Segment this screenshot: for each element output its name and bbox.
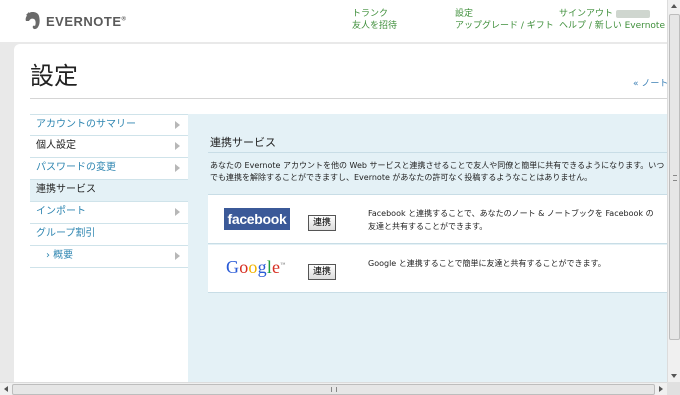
- horizontal-scrollbar[interactable]: [0, 382, 667, 395]
- chevron-right-icon: [175, 252, 180, 260]
- scroll-down-arrow-icon[interactable]: [671, 374, 677, 378]
- service-description: Facebook と連携することで、あなたのノート & ノートブックを Face…: [368, 209, 654, 231]
- nav-link-help[interactable]: ヘルプ / 新しい Evernote を試: [559, 20, 667, 32]
- section-title: 連携サービス: [210, 136, 276, 149]
- vertical-scrollbar[interactable]: [667, 0, 680, 382]
- service-description: Google と連携することで簡単に友達と共有することができます。: [368, 259, 606, 268]
- nav-link-upgrade[interactable]: アップグレード / ギフト: [455, 20, 554, 32]
- page-title: 設定: [30, 62, 78, 90]
- sidebar-item-label: グループ割引: [36, 228, 96, 239]
- section-description: あなたの Evernote アカウントを他の Web サービスと連携させることで…: [210, 161, 665, 182]
- back-to-notes-link[interactable]: « ノートに戻る: [633, 76, 667, 89]
- nav-group-2: 設定 アップグレード / ギフト: [455, 8, 554, 32]
- chevron-right-icon: [175, 121, 180, 129]
- service-row-facebook: facebook 連携 Facebook と連携することで、あなたのノート & …: [208, 194, 667, 244]
- scroll-left-arrow-icon[interactable]: [4, 386, 8, 392]
- grip-icon: [673, 175, 677, 181]
- service-row-google: Google™ 連携 Google と連携することで簡単に友達と共有することがで…: [208, 245, 667, 293]
- google-logo: Google™: [226, 257, 286, 277]
- chevron-right-icon: [175, 208, 180, 216]
- sidebar-item-label: インポート: [36, 206, 86, 217]
- elephant-icon: [25, 12, 40, 30]
- section-divider: [208, 152, 667, 153]
- scroll-right-arrow-icon[interactable]: [659, 386, 663, 392]
- sidebar-item-label: 個人設定: [36, 140, 76, 151]
- chevron-right-icon: [175, 164, 180, 172]
- chevron-right-icon: [175, 142, 180, 150]
- sidebar-item-overview[interactable]: › 概要: [30, 246, 188, 268]
- sidebar-item-label: 連携サービス: [36, 184, 96, 195]
- facebook-logo: facebook: [224, 208, 290, 230]
- sidebar-item-change-password[interactable]: パスワードの変更: [30, 158, 188, 180]
- nav-group-3: サインアウト ヘルプ / 新しい Evernote を試: [559, 8, 667, 32]
- redacted-username: [616, 9, 651, 18]
- nav-link-settings[interactable]: 設定: [455, 8, 554, 20]
- scrollbar-corner: [667, 382, 680, 395]
- logo-wordmark: EVERNOTE®: [46, 13, 127, 29]
- connect-google-button[interactable]: 連携: [308, 264, 336, 280]
- sidebar-item-label: アカウントのサマリー: [36, 119, 136, 130]
- nav-group-1: トランク 友人を招待: [352, 8, 397, 32]
- sidebar-item-personal-settings[interactable]: 個人設定: [30, 136, 188, 158]
- settings-page: 設定 « ノートに戻る アカウントのサマリー 個人設定 パスワードの変更 連携サ…: [14, 44, 667, 382]
- connected-services-panel: 連携サービス あなたの Evernote アカウントを他の Web サービスと連…: [188, 114, 667, 382]
- vertical-scroll-thumb[interactable]: [669, 14, 680, 340]
- nav-link-signout[interactable]: サインアウト: [559, 9, 613, 19]
- horizontal-scroll-thumb[interactable]: [12, 384, 655, 395]
- sidebar-item-account-summary[interactable]: アカウントのサマリー: [30, 114, 188, 136]
- nav-link-trunk[interactable]: トランク: [352, 8, 397, 20]
- top-header: EVERNOTE® トランク 友人を招待 設定 アップグレード / ギフト サイ…: [0, 0, 667, 42]
- sidebar-item-connected-services[interactable]: 連携サービス: [30, 180, 188, 202]
- settings-sidebar: アカウントのサマリー 個人設定 パスワードの変更 連携サービス インポート グル…: [30, 114, 188, 268]
- sidebar-item-label: › 概要: [46, 250, 74, 261]
- nav-link-invite[interactable]: 友人を招待: [352, 20, 397, 32]
- sidebar-item-import[interactable]: インポート: [30, 202, 188, 224]
- title-divider: [30, 98, 667, 99]
- sidebar-item-group-discount[interactable]: グループ割引: [30, 224, 188, 246]
- evernote-logo[interactable]: EVERNOTE®: [24, 8, 126, 34]
- sidebar-item-label: パスワードの変更: [36, 162, 116, 173]
- scroll-up-arrow-icon[interactable]: [671, 4, 677, 8]
- grip-icon: [331, 387, 337, 392]
- connect-facebook-button[interactable]: 連携: [308, 215, 336, 231]
- browser-viewport: EVERNOTE® トランク 友人を招待 設定 アップグレード / ギフト サイ…: [0, 0, 667, 382]
